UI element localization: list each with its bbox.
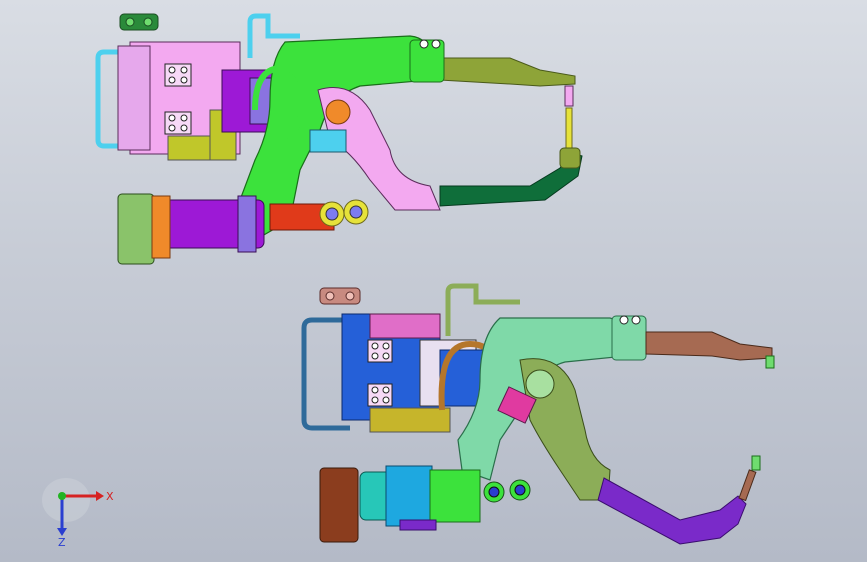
bottom-fixing-block [369, 313, 441, 339]
z-axis-head [57, 528, 67, 536]
cad-viewport[interactable]: X Z [0, 0, 867, 562]
assembly-scene [95, 13, 775, 545]
orientation-triad: X Z [42, 478, 114, 548]
bottom-upper-tip [765, 355, 775, 369]
x-axis-head [96, 491, 104, 501]
bottom-upper-electrode-arm [645, 331, 773, 361]
bottom-upper-clamp [611, 315, 647, 361]
top-shank [565, 107, 573, 149]
bottom-lower-shank [738, 469, 757, 502]
welding-gun-top[interactable] [95, 13, 583, 265]
welding-gun-bottom[interactable] [301, 283, 775, 545]
y-axis-dot [58, 492, 66, 500]
top-upper-electrode-arm [439, 57, 576, 87]
bottom-cylinder-cap [319, 467, 359, 543]
top-linkage [319, 199, 369, 227]
bottom-linkage [483, 479, 531, 503]
top-cylinder-cap [117, 193, 155, 265]
bottom-hose-fitting [319, 287, 361, 305]
z-axis-label: Z [58, 536, 66, 548]
top-terminal-block [309, 129, 347, 153]
x-axis-label: X [106, 490, 114, 503]
top-fixing-plate [117, 45, 151, 151]
top-pivot [325, 99, 351, 125]
top-upper-tip [564, 85, 574, 107]
top-hose-fitting [119, 13, 159, 31]
bottom-pivot [525, 369, 555, 399]
bottom-lower-electrode-arm [597, 477, 747, 545]
bottom-bracket [369, 407, 451, 433]
